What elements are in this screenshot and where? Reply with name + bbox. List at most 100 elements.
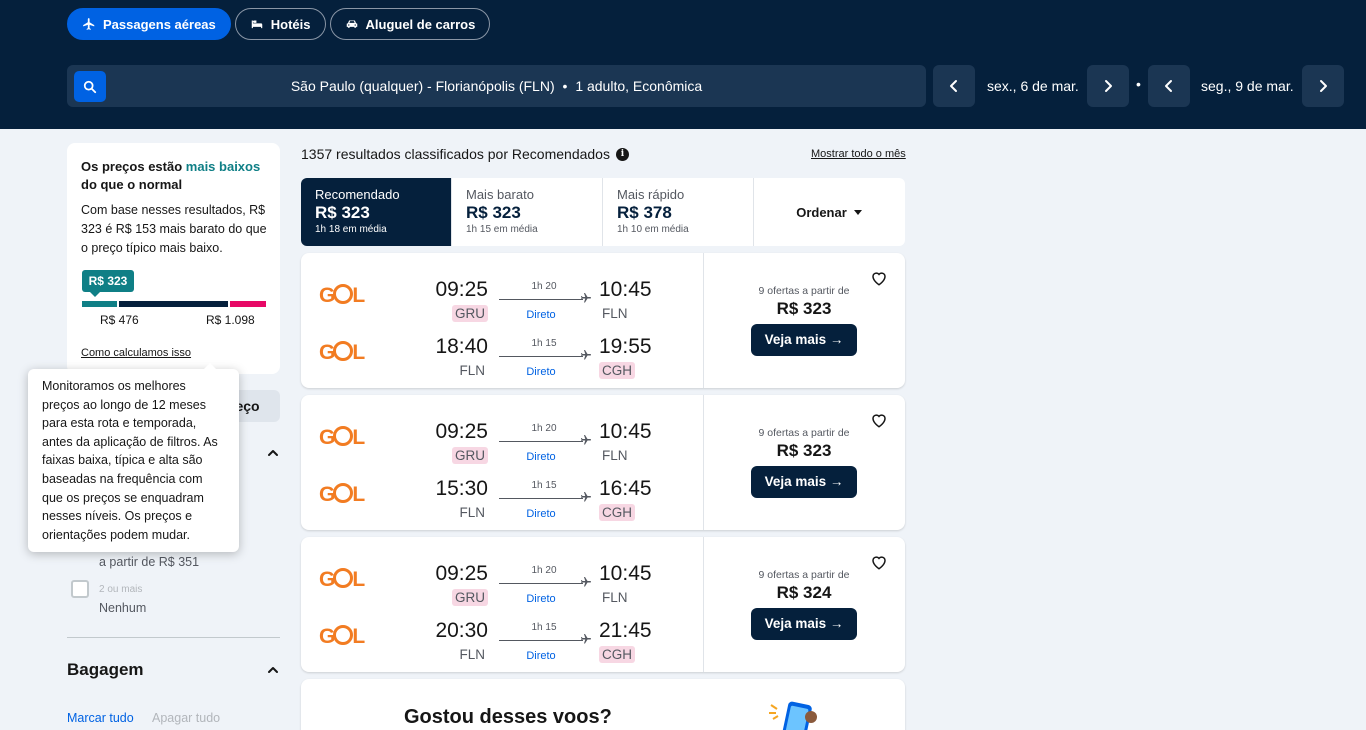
bed-icon: [251, 20, 263, 29]
offers-count: 9 ofertas a partir de: [758, 427, 850, 439]
sort-tab-recommended[interactable]: Recomendado R$ 323 1h 18 em média: [301, 178, 452, 246]
title-suffix: do que o normal: [81, 177, 183, 192]
route-line: [499, 498, 583, 499]
plane-icon: [581, 492, 591, 502]
flight-leg: G L 18:40 FLN 1h 15 Direto 19:55 CGH: [301, 319, 703, 379]
title-highlight: mais baixos: [185, 159, 261, 174]
phone-illustration-icon: [769, 701, 817, 730]
see-more-button[interactable]: Veja mais →: [751, 324, 857, 356]
card-divider: [703, 395, 704, 530]
show-whole-month-link[interactable]: Mostrar todo o mês: [811, 148, 906, 160]
search-summary-bar[interactable]: São Paulo (qualquer) - Florianópolis (FL…: [67, 65, 926, 107]
select-all-link[interactable]: Marcar tudo: [67, 711, 134, 725]
plane-icon: [581, 350, 591, 360]
product-tabs: Passagens aéreas Hotéis Aluguel de carro…: [67, 8, 491, 40]
sort-tab-fastest[interactable]: Mais rápido R$ 378 1h 10 em média: [603, 178, 754, 246]
stops-label: Direto: [526, 366, 556, 378]
plane-icon: [581, 577, 591, 587]
offer-price: R$ 323: [776, 441, 832, 460]
chevron-right-icon: [1320, 80, 1327, 92]
airline-logo: GL: [319, 568, 365, 591]
sidebar-divider: [67, 637, 280, 638]
price-bar-typical: [119, 301, 228, 307]
chevron-up-icon[interactable]: [267, 664, 279, 676]
route-line: [499, 356, 583, 357]
current-price-badge: R$ 323: [82, 270, 134, 297]
offers-count: 9 ofertas a partir de: [758, 569, 850, 581]
stops-label: Direto: [526, 508, 556, 520]
flight-result-card[interactable]: G L 09:25 GRU 1h 20 Direto 10:45 FLN G L 15:30 FLN 1…: [301, 395, 905, 530]
depart-next-day-button[interactable]: [1087, 65, 1129, 107]
flight-leg: G L 09:25 GRU 1h 20 Direto 10:45 FLN: [301, 404, 703, 464]
how-we-calculate-link[interactable]: Como calculamos isso: [81, 347, 191, 359]
plane-icon: [581, 435, 591, 445]
results-count-text: 1357 resultados classificados por Recome…: [301, 146, 610, 162]
tab-car-rental-label: Aluguel de carros: [365, 16, 476, 32]
flight-duration: 1h 15: [531, 622, 557, 633]
flight-duration: 1h 20: [531, 565, 557, 576]
airline-logo: GL: [319, 426, 365, 449]
arrival-time: 10:45: [599, 278, 652, 301]
flight-result-card[interactable]: G L 09:25 GRU 1h 20 Direto 10:45 FLN G L 18:40 FLN 1…: [301, 253, 905, 388]
return-next-day-button[interactable]: [1302, 65, 1344, 107]
airline-logo: GL: [319, 625, 365, 648]
departure-time: 09:25: [435, 420, 488, 443]
clear-all-link[interactable]: Apagar tudo: [152, 711, 220, 725]
offer-price: R$ 324: [776, 583, 832, 602]
arrival-time: 21:45: [599, 619, 652, 642]
sort-tab-label: Mais rápido: [617, 187, 685, 202]
tab-hotels[interactable]: Hotéis: [234, 8, 326, 40]
departure-airport: FLN: [459, 363, 485, 378]
flight-leg: G L 20:30 FLN 1h 15 Direto 21:45 CGH: [301, 603, 703, 663]
route-line: [499, 441, 583, 442]
plane-icon: [581, 293, 591, 303]
see-more-button[interactable]: Veja mais →: [751, 466, 857, 498]
tab-car-rental[interactable]: Aluguel de carros: [329, 8, 491, 40]
card-divider: [703, 537, 704, 672]
sort-tab-price: R$ 323: [466, 203, 521, 222]
departure-airport: FLN: [459, 505, 485, 520]
depart-date[interactable]: sex., 6 de mar.: [987, 78, 1079, 94]
route-line: [499, 299, 583, 300]
passengers-text: 1 adulto, Econômica: [575, 78, 703, 94]
price-insight-body: Com base nesses resultados, R$ 323 é R$ …: [81, 203, 267, 255]
departure-airport: FLN: [459, 647, 485, 662]
flight-duration: 1h 20: [531, 423, 557, 434]
airline-logo: GL: [319, 341, 365, 364]
arrival-time: 19:55: [599, 335, 652, 358]
caret-down-icon: [853, 210, 862, 215]
airline-logo: GL: [319, 483, 365, 506]
airline-logo: GL: [319, 284, 365, 307]
depart-prev-day-button[interactable]: [933, 65, 975, 107]
return-date[interactable]: seg., 9 de mar.: [1201, 78, 1294, 94]
arrival-airport: CGH: [599, 362, 635, 379]
chevron-left-icon: [1165, 80, 1172, 92]
chevron-right-icon: [1105, 80, 1112, 92]
price-bar-low: [82, 301, 117, 307]
info-icon[interactable]: i: [615, 147, 629, 161]
price-low-label: R$ 476: [100, 313, 139, 327]
arrival-airport: CGH: [599, 646, 635, 663]
date-separator: •: [1136, 76, 1141, 92]
chevron-up-icon[interactable]: [267, 447, 279, 459]
see-more-button[interactable]: Veja mais →: [751, 608, 857, 640]
flight-leg: G L 15:30 FLN 1h 15 Direto 16:45 CGH: [301, 461, 703, 521]
tab-hotels-label: Hotéis: [270, 16, 311, 32]
order-dropdown[interactable]: Ordenar: [754, 178, 905, 246]
sort-tab-cheapest[interactable]: Mais barato R$ 323 1h 15 em média: [452, 178, 603, 246]
price-high-label: R$ 1.098: [206, 313, 255, 327]
title-prefix: Os preços estão: [81, 159, 186, 174]
flight-duration: 1h 15: [531, 480, 557, 491]
stops-2-or-more-checkbox[interactable]: [71, 580, 89, 598]
return-prev-day-button[interactable]: [1148, 65, 1190, 107]
promo-card: Gostou desses voos?: [301, 679, 905, 730]
search-summary-text: São Paulo (qualquer) - Florianópolis (FL…: [67, 78, 926, 94]
flight-leg: G L 09:25 GRU 1h 20 Direto 10:45 FLN: [301, 262, 703, 322]
departure-time: 18:40: [435, 335, 488, 358]
route-separator: •: [562, 78, 568, 94]
baggage-filter-title: Bagagem: [67, 660, 144, 679]
flight-result-card[interactable]: G L 09:25 GRU 1h 20 Direto 10:45 FLN G L 20:30 FLN 1…: [301, 537, 905, 672]
stop-price-text: a partir de R$ 351: [99, 555, 200, 569]
header: Passagens aéreas Hotéis Aluguel de carro…: [0, 0, 1366, 129]
tab-flights[interactable]: Passagens aéreas: [67, 8, 231, 40]
